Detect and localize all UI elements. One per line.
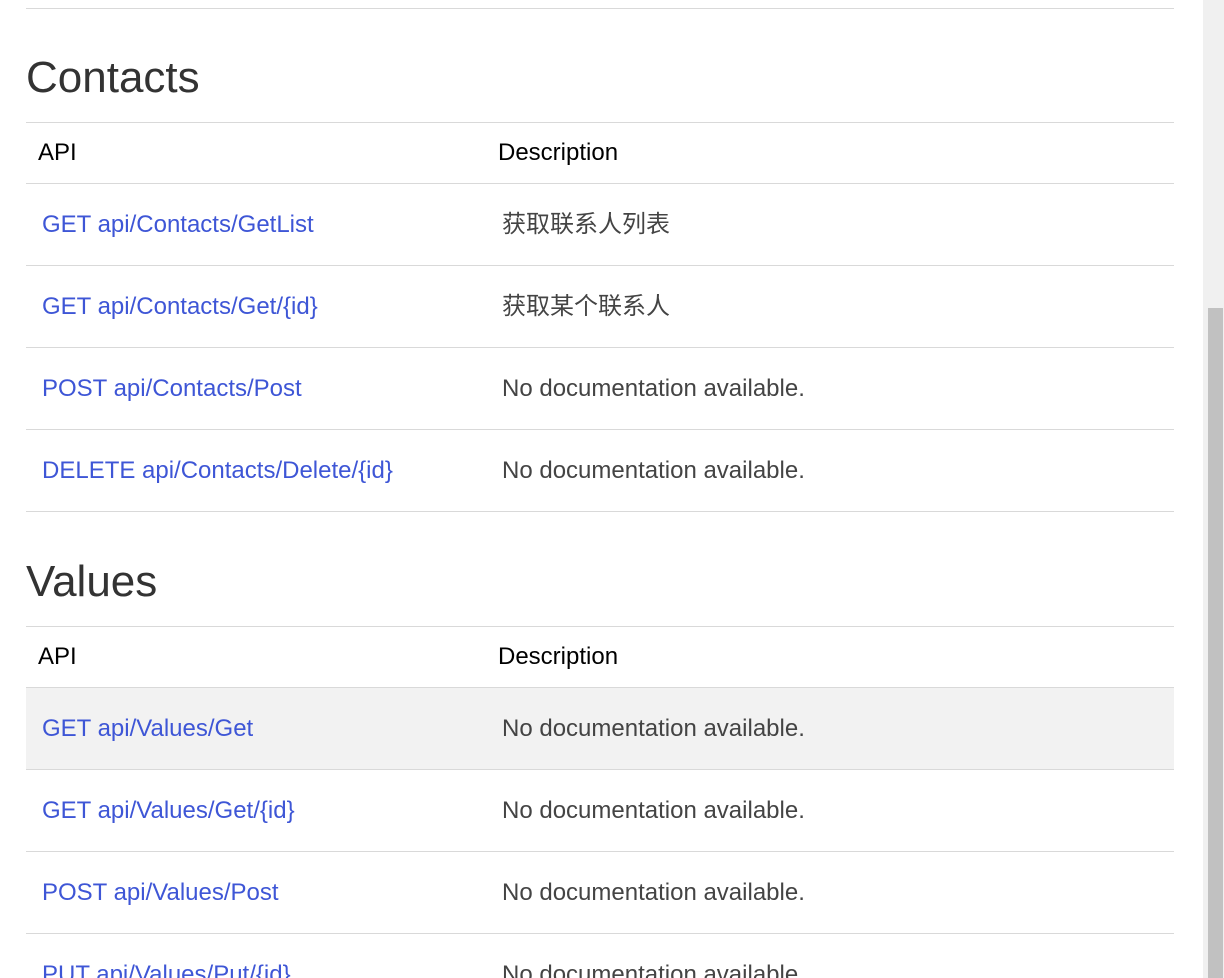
table-header-row: API Description	[26, 627, 1174, 688]
api-description: No documentation available.	[502, 457, 805, 484]
api-description: No documentation available.	[502, 797, 805, 824]
api-description: No documentation available.	[502, 375, 805, 402]
table-row-hovered: GET api/Values/Get No documentation avai…	[26, 688, 1174, 770]
section-title-values: Values	[26, 557, 158, 606]
api-description: 获取联系人列表	[502, 211, 670, 238]
api-description: No documentation available.	[502, 879, 805, 906]
api-link-contacts-delete-id[interactable]: DELETE api/Contacts/Delete/{id}	[42, 430, 393, 511]
table-row: PUT api/Values/Put/{id} No documentation…	[26, 934, 1174, 978]
api-link-values-get-id[interactable]: GET api/Values/Get/{id}	[42, 770, 295, 851]
api-link-values-get[interactable]: GET api/Values/Get	[42, 688, 253, 769]
description-column-header: Description	[498, 643, 619, 670]
api-column-header: API	[38, 139, 77, 166]
api-link-values-post[interactable]: POST api/Values/Post	[42, 852, 279, 933]
api-link-contacts-get-id[interactable]: GET api/Contacts/Get/{id}	[42, 266, 318, 347]
scrollbar-thumb[interactable]	[1208, 308, 1223, 978]
table-row: POST api/Values/Post No documentation av…	[26, 852, 1174, 934]
api-link-values-put-id[interactable]: PUT api/Values/Put/{id}	[42, 934, 291, 978]
api-description: No documentation available.	[502, 715, 805, 742]
contacts-api-table: API Description GET api/Contacts/GetList…	[26, 122, 1174, 512]
description-column-header: Description	[498, 139, 619, 166]
api-link-contacts-post[interactable]: POST api/Contacts/Post	[42, 348, 302, 429]
table-row: GET api/Values/Get/{id} No documentation…	[26, 770, 1174, 852]
top-divider	[26, 8, 1174, 9]
table-header-row: API Description	[26, 123, 1174, 184]
api-column-header: API	[38, 643, 77, 670]
table-row: POST api/Contacts/Post No documentation …	[26, 348, 1174, 430]
table-row: GET api/Contacts/GetList 获取联系人列表	[26, 184, 1174, 266]
table-row: DELETE api/Contacts/Delete/{id} No docum…	[26, 430, 1174, 512]
api-description: No documentation available.	[502, 961, 805, 978]
values-api-table: API Description GET api/Values/Get No do…	[26, 626, 1174, 978]
api-link-contacts-getlist[interactable]: GET api/Contacts/GetList	[42, 184, 314, 265]
table-row: GET api/Contacts/Get/{id} 获取某个联系人	[26, 266, 1174, 348]
api-description: 获取某个联系人	[502, 293, 670, 320]
vertical-scrollbar[interactable]	[1203, 0, 1224, 978]
section-title-contacts: Contacts	[26, 53, 200, 102]
page-content: Contacts API Description GET api/Contact…	[0, 0, 1203, 978]
